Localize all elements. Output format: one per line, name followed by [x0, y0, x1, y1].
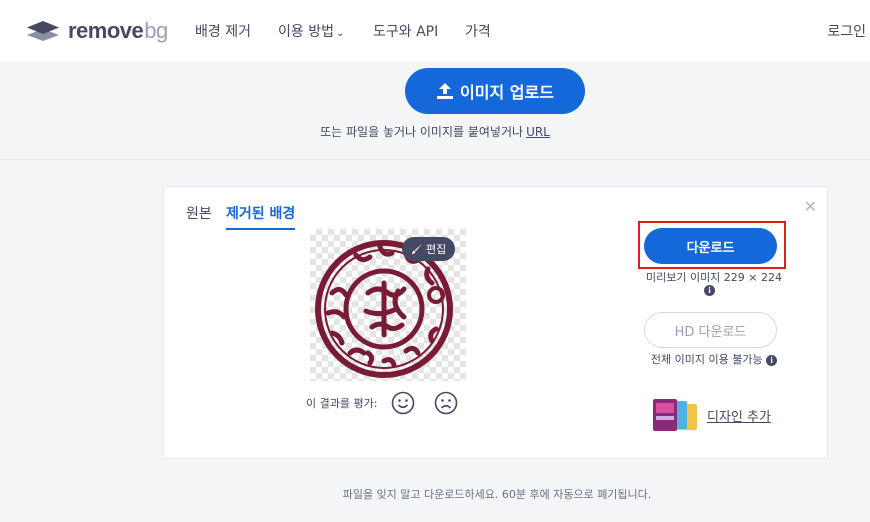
smile-icon[interactable] — [391, 391, 415, 415]
hd-download-button[interactable]: HD 다운로드 — [644, 312, 777, 348]
drop-hint-text: 또는 파일을 놓거나 이미지를 붙여넣거나 — [320, 125, 524, 139]
footer-note: 파일을 잊지 말고 다운로드하세요. 60분 후에 자동으로 폐기됩니다. — [342, 488, 652, 501]
chevron-down-icon: ⌄ — [335, 28, 345, 39]
drop-hint: 또는 파일을 놓거나 이미지를 붙여넣거나 URL — [0, 123, 870, 140]
rate-result: 이 결과를 평가: — [306, 391, 477, 415]
nav-tools-api[interactable]: 도구와 API — [373, 21, 438, 41]
design-thumbnail-icon — [653, 399, 697, 431]
tab-removed-background[interactable]: 제거된 배경 — [226, 203, 296, 230]
upload-image-button[interactable]: 이미지 업로드 — [405, 68, 585, 114]
edit-button[interactable]: 편집 — [402, 237, 456, 261]
frown-icon[interactable] — [434, 391, 458, 415]
add-design-label: 디자인 추가 — [707, 409, 771, 425]
upload-section: 이미지 업로드 또는 파일을 놓거나 이미지를 붙여넣거나 URL — [0, 62, 870, 160]
info-icon[interactable]: i — [766, 355, 778, 366]
top-header: remove bg 배경 제거 이용 방법 ⌄ 도구와 API 가격 로그인 — [0, 0, 870, 62]
download-button[interactable]: 다운로드 — [644, 228, 777, 264]
brush-icon — [412, 244, 422, 254]
rate-label: 이 결과를 평가: — [306, 397, 378, 410]
full-image-status: 전체 이미지 이용 불가능 i — [638, 351, 790, 367]
logo-text-bg: bg — [144, 18, 168, 43]
paste-url-link[interactable]: URL — [526, 125, 550, 139]
close-icon[interactable]: ✕ — [804, 197, 817, 216]
preview-size-text: 미리보기 이미지 229 × 224 — [645, 271, 783, 284]
nav-pricing[interactable]: 가격 — [465, 21, 491, 41]
nav-how-to-use[interactable]: 이용 방법 ⌄ — [278, 21, 344, 41]
full-image-text: 전체 이미지 이용 불가능 — [650, 353, 763, 366]
result-card: 원본 제거된 배경 ✕ 편집 이 결과를 평가: 다운로드 미리보기 이미지 2… — [163, 186, 828, 459]
edit-button-label: 편집 — [426, 243, 447, 256]
logo[interactable]: remove bg — [26, 17, 168, 45]
nav-how-to-use-label: 이용 방법 — [278, 24, 334, 40]
upload-icon — [437, 83, 454, 99]
nav-remove-background[interactable]: 배경 제거 — [195, 21, 251, 41]
tab-original[interactable]: 원본 — [186, 203, 212, 223]
add-design-link[interactable]: 디자인 추가 — [651, 398, 771, 432]
result-preview-image: 편집 — [310, 229, 466, 381]
logo-layers-icon — [26, 20, 60, 42]
logo-text-remove: remove — [68, 18, 144, 43]
login-link[interactable]: 로그인 — [827, 21, 866, 41]
upload-button-label: 이미지 업로드 — [460, 83, 554, 102]
info-icon[interactable]: i — [704, 285, 715, 296]
